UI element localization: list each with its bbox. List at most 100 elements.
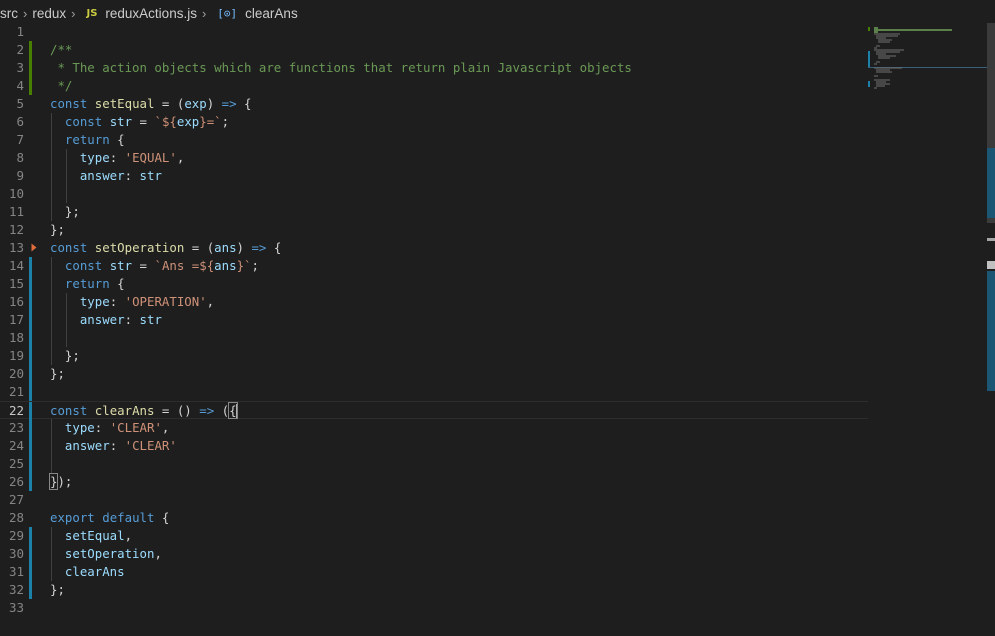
line-number: 1 (16, 24, 24, 39)
code-line[interactable]: 5 const setEqual = (exp) => { (0, 95, 868, 113)
modified-line-marker (29, 419, 32, 437)
chevron-right-icon: › (71, 5, 76, 21)
code-line[interactable]: 32}; (0, 581, 868, 599)
code-line[interactable]: 13 const setOperation = (ans) => { (0, 239, 868, 257)
line-number: 11 (8, 204, 24, 219)
current-code-line[interactable]: 22 const clearAns = () => ({ (0, 401, 868, 420)
line-number: 32 (8, 582, 24, 597)
code-line[interactable]: 15 return { (0, 275, 868, 293)
line-number: 2 (16, 42, 24, 57)
code-line[interactable]: 4 */ (0, 77, 868, 95)
code-line[interactable]: 19 }; (0, 347, 868, 365)
modified-line-marker (29, 275, 32, 293)
line-number: 20 (8, 366, 24, 381)
line-number: 14 (8, 258, 24, 273)
code-line[interactable]: 8 type: 'EQUAL', (0, 149, 868, 167)
line-number: 21 (8, 384, 24, 399)
line-number: 28 (8, 510, 24, 525)
line-number: 15 (8, 276, 24, 291)
code-line[interactable]: 7 return { (0, 131, 868, 149)
line-number: 26 (8, 474, 24, 489)
chevron-right-icon: › (201, 5, 207, 21)
minimap[interactable] (868, 23, 995, 636)
code-line[interactable]: 26}); (0, 473, 868, 491)
line-number: 5 (16, 96, 24, 111)
line-number: 23 (8, 420, 24, 435)
chevron-right-icon: › (23, 5, 28, 21)
code-line[interactable]: 33 (0, 599, 868, 617)
modified-line-marker (29, 311, 32, 329)
line-number: 7 (16, 132, 24, 147)
line-number: 22 (8, 403, 24, 418)
code-line[interactable]: 30 setOperation, (0, 545, 868, 563)
line-number: 31 (8, 564, 24, 579)
modified-line-marker (29, 329, 32, 347)
code-line[interactable]: 27 (0, 491, 868, 509)
code-line[interactable]: 18 (0, 329, 868, 347)
code-line[interactable]: 16 type: 'OPERATION', (0, 293, 868, 311)
code-line[interactable]: 29 setEqual, (0, 527, 868, 545)
deleted-lines-marker[interactable] (31, 243, 37, 252)
text-cursor (235, 404, 238, 419)
vertical-scrollbar[interactable] (987, 23, 995, 636)
line-number: 12 (8, 222, 24, 237)
modified-line-marker (29, 545, 32, 563)
modified-line-marker (29, 473, 32, 491)
line-number: 3 (16, 60, 24, 75)
line-number: 16 (8, 294, 24, 309)
code-line[interactable]: 9 answer: str (0, 167, 868, 185)
code-line[interactable]: 28 export default { (0, 509, 868, 527)
modified-line-marker (29, 455, 32, 473)
code-line[interactable]: 25 (0, 455, 868, 473)
line-number: 17 (8, 312, 24, 327)
modified-line-marker (29, 365, 32, 383)
code-editor[interactable]: 1 2/** 3 * The action objects which are … (0, 23, 868, 617)
breadcrumb-file[interactable]: reduxActions.js (105, 6, 197, 21)
code-line[interactable]: 6 const str = `${exp}=`; (0, 113, 868, 131)
added-line-marker (29, 41, 32, 59)
modified-line-marker (29, 581, 32, 599)
code-line[interactable]: 31 clearAns (0, 563, 868, 581)
line-number: 13 (8, 240, 24, 255)
line-number: 27 (8, 492, 24, 507)
code-line[interactable]: 20}; (0, 365, 868, 383)
code-line[interactable]: 12}; (0, 221, 868, 239)
breadcrumb-redux[interactable]: redux (32, 6, 66, 21)
code-line[interactable]: 17 answer: str (0, 311, 868, 329)
line-number: 30 (8, 546, 24, 561)
line-number: 9 (16, 168, 24, 183)
code-line[interactable]: 10 (0, 185, 868, 203)
code-line[interactable]: 24 answer: 'CLEAR' (0, 437, 868, 455)
line-number: 24 (8, 438, 24, 453)
modified-line-marker (29, 383, 32, 401)
code-line[interactable]: 2/** (0, 41, 868, 59)
code-line[interactable]: 23 type: 'CLEAR', (0, 419, 868, 437)
line-number: 6 (16, 114, 24, 129)
javascript-file-icon: JS (86, 7, 98, 19)
variable-symbol-icon: [⊙] (217, 6, 238, 20)
code-line[interactable]: 14 const str = `Ans =${ans}`; (0, 257, 868, 275)
line-number: 33 (8, 600, 24, 615)
code-line[interactable]: 3 * The action objects which are functio… (0, 59, 868, 77)
line-number: 8 (16, 150, 24, 165)
line-number: 18 (8, 330, 24, 345)
line-number: 19 (8, 348, 24, 363)
modified-line-marker (29, 257, 32, 275)
breadcrumb-src[interactable]: src (0, 6, 18, 21)
modified-line-marker (29, 437, 32, 455)
line-number: 29 (8, 528, 24, 543)
breadcrumb-symbol[interactable]: clearAns (245, 6, 298, 21)
minimap-added-marker (868, 27, 870, 31)
modified-line-marker (29, 293, 32, 311)
code-line[interactable]: 1 (0, 23, 868, 41)
modified-line-marker (29, 563, 32, 581)
line-number: 10 (8, 186, 24, 201)
line-number: 25 (8, 456, 24, 471)
modified-line-marker (29, 347, 32, 365)
modified-line-marker (29, 402, 32, 420)
line-number: 4 (16, 78, 24, 93)
added-line-marker (29, 77, 32, 95)
code-line[interactable]: 21 (0, 383, 868, 401)
modified-line-marker (29, 527, 32, 545)
code-line[interactable]: 11 }; (0, 203, 868, 221)
